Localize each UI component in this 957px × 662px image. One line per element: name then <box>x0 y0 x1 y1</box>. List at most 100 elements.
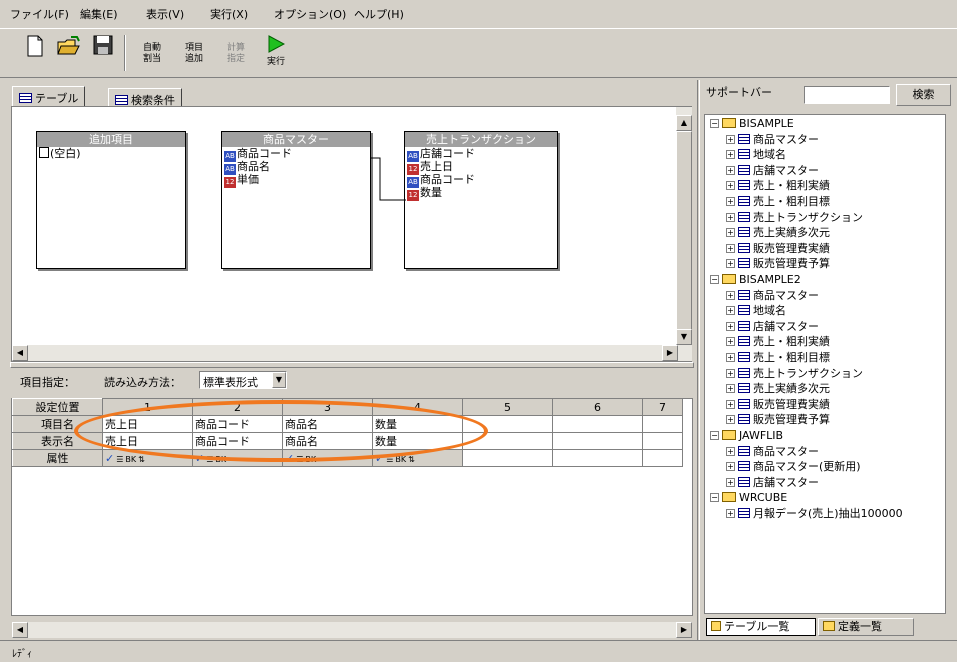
table-field[interactable]: AB 商品コード <box>222 147 370 162</box>
search-button[interactable]: 検索 <box>896 84 951 106</box>
auto-assign-button[interactable]: 自動 割当 <box>138 35 166 73</box>
expand-icon[interactable]: + <box>726 509 735 518</box>
tree-folder[interactable]: − WRCUBE <box>710 490 787 506</box>
table-box-product-master[interactable]: 商品マスター AB 商品コード AB 商品名 12 単価 <box>221 131 371 269</box>
tree-item[interactable]: + 売上トランザクション <box>726 210 863 226</box>
bk-toggle[interactable]: BK <box>395 455 406 464</box>
expand-icon[interactable]: + <box>726 446 735 456</box>
tree-item[interactable]: + 店舗マスター <box>726 163 819 179</box>
tree-item[interactable]: + 月報データ(売上)抽出100000 <box>726 506 903 522</box>
expand-icon[interactable]: + <box>726 243 735 253</box>
tree-item[interactable]: + 売上実績多次元 <box>726 381 830 397</box>
empty-cell[interactable] <box>462 415 553 433</box>
expand-icon[interactable]: + <box>726 415 735 425</box>
chevron-down-icon[interactable]: ▼ <box>272 372 286 388</box>
item-name-cell[interactable]: 商品コード <box>192 415 283 433</box>
column-header[interactable]: 3 <box>282 398 373 416</box>
display-name-cell[interactable]: 商品名 <box>282 432 373 450</box>
column-header[interactable]: 6 <box>552 398 643 416</box>
display-name-cell[interactable]: 数量 <box>372 432 463 450</box>
diagram-horizontal-scrollbar[interactable]: ◀ ▶ <box>12 345 692 361</box>
tree-item[interactable]: + 販売管理費予算 <box>726 412 830 428</box>
tab-search-conditions[interactable]: 検索条件 <box>108 88 182 107</box>
display-name-cell[interactable]: 商品コード <box>192 432 283 450</box>
bk-toggle[interactable]: BK <box>125 455 136 464</box>
expand-icon[interactable]: + <box>726 212 735 222</box>
empty-cell[interactable] <box>642 415 683 433</box>
open-button[interactable] <box>56 35 82 73</box>
tree-item[interactable]: + 売上トランザクション <box>726 366 863 382</box>
table-field[interactable]: (空白) <box>37 147 185 160</box>
expand-icon[interactable]: + <box>726 290 735 300</box>
support-search-input[interactable] <box>804 86 890 104</box>
tree-item[interactable]: + 商品マスター <box>726 444 819 460</box>
tree-item[interactable]: + 販売管理費予算 <box>726 256 830 272</box>
column-header[interactable]: 4 <box>372 398 463 416</box>
display-name-cell[interactable]: 売上日 <box>102 432 193 450</box>
scroll-up-arrow-icon[interactable]: ▲ <box>676 115 692 131</box>
list-icon[interactable]: ☰ <box>206 455 213 464</box>
empty-cell[interactable] <box>642 449 683 467</box>
menu-help[interactable]: ヘルプ(H) <box>354 6 404 22</box>
table-field[interactable]: 12 数量 <box>405 186 557 201</box>
table-field[interactable]: AB 店舗コード <box>405 147 557 162</box>
expand-icon[interactable]: + <box>726 399 735 409</box>
expand-icon[interactable]: + <box>726 197 735 206</box>
tree-item[interactable]: + 商品マスター <box>726 132 819 148</box>
menu-run[interactable]: 実行(X) <box>210 6 248 22</box>
expand-icon[interactable]: + <box>726 228 735 238</box>
expand-icon[interactable]: + <box>726 321 735 331</box>
checkmark-icon[interactable]: ✓ <box>105 452 114 465</box>
tree-item[interactable]: + 地域名 <box>726 147 786 163</box>
tree-item[interactable]: + 売上・粗利実績 <box>726 334 830 350</box>
expand-icon[interactable]: + <box>726 165 735 175</box>
empty-cell[interactable] <box>462 449 553 467</box>
menu-view[interactable]: 表示(V) <box>146 6 184 22</box>
scroll-right-arrow-icon[interactable]: ▶ <box>662 345 678 361</box>
expand-icon[interactable]: + <box>726 477 735 487</box>
expand-icon[interactable]: + <box>726 462 735 472</box>
attribute-cell[interactable]: ✓ ☰ BK ⇅ <box>102 449 193 467</box>
expand-icon[interactable]: + <box>726 384 735 394</box>
expand-icon[interactable]: + <box>726 353 735 362</box>
tree-item[interactable]: + 店舗マスター <box>726 475 819 491</box>
item-name-cell[interactable]: 売上日 <box>102 415 193 433</box>
run-button[interactable]: 実行 <box>262 35 290 73</box>
sort-icon[interactable]: ⇅ <box>408 455 415 464</box>
tree-item[interactable]: + 売上実績多次元 <box>726 225 830 241</box>
tree-item[interactable]: + 売上・粗利実績 <box>726 178 830 194</box>
tree-item[interactable]: + 地域名 <box>726 303 786 319</box>
column-header[interactable]: 2 <box>192 398 283 416</box>
sort-icon[interactable]: ⇅ <box>138 455 145 464</box>
bk-toggle[interactable]: BK <box>215 455 226 464</box>
table-field[interactable]: AB 商品コード <box>405 173 557 188</box>
table-field[interactable]: AB 商品名 <box>222 160 370 175</box>
table-field[interactable]: 12 単価 <box>222 173 370 188</box>
scroll-down-arrow-icon[interactable]: ▼ <box>676 329 692 345</box>
expand-icon[interactable]: + <box>726 368 735 378</box>
vertical-splitter[interactable] <box>697 80 700 640</box>
collapse-icon[interactable]: − <box>710 493 719 503</box>
table-box-added-items[interactable]: 追加項目 (空白) <box>36 131 186 269</box>
table-field[interactable]: 12 売上日 <box>405 160 557 175</box>
item-name-cell[interactable]: 商品名 <box>282 415 373 433</box>
checkmark-icon[interactable]: ✓ <box>375 452 384 465</box>
empty-cell[interactable] <box>552 432 643 450</box>
load-method-select[interactable]: 標準表形式 ▼ <box>199 371 287 389</box>
scroll-right-arrow-icon[interactable]: ▶ <box>676 622 692 638</box>
empty-cell[interactable] <box>552 415 643 433</box>
diagram-vertical-scrollbar[interactable]: ▲ ▼ <box>676 107 692 345</box>
empty-cell[interactable] <box>462 432 553 450</box>
expand-icon[interactable]: + <box>726 306 735 316</box>
list-icon[interactable]: ☰ <box>386 455 393 464</box>
tree-item[interactable]: + 販売管理費実績 <box>726 397 830 413</box>
bk-toggle[interactable]: BK <box>305 455 316 464</box>
tree-folder[interactable]: − JAWFLIB <box>710 428 783 444</box>
tree-item[interactable]: + 店舗マスター <box>726 319 819 335</box>
tab-definition-list[interactable]: 定義一覧 <box>818 618 914 636</box>
tree-folder[interactable]: − BISAMPLE <box>710 116 794 132</box>
expand-icon[interactable]: + <box>726 181 735 191</box>
empty-cell[interactable] <box>642 432 683 450</box>
tab-table[interactable]: テーブル <box>12 86 86 106</box>
empty-cell[interactable] <box>552 449 643 467</box>
